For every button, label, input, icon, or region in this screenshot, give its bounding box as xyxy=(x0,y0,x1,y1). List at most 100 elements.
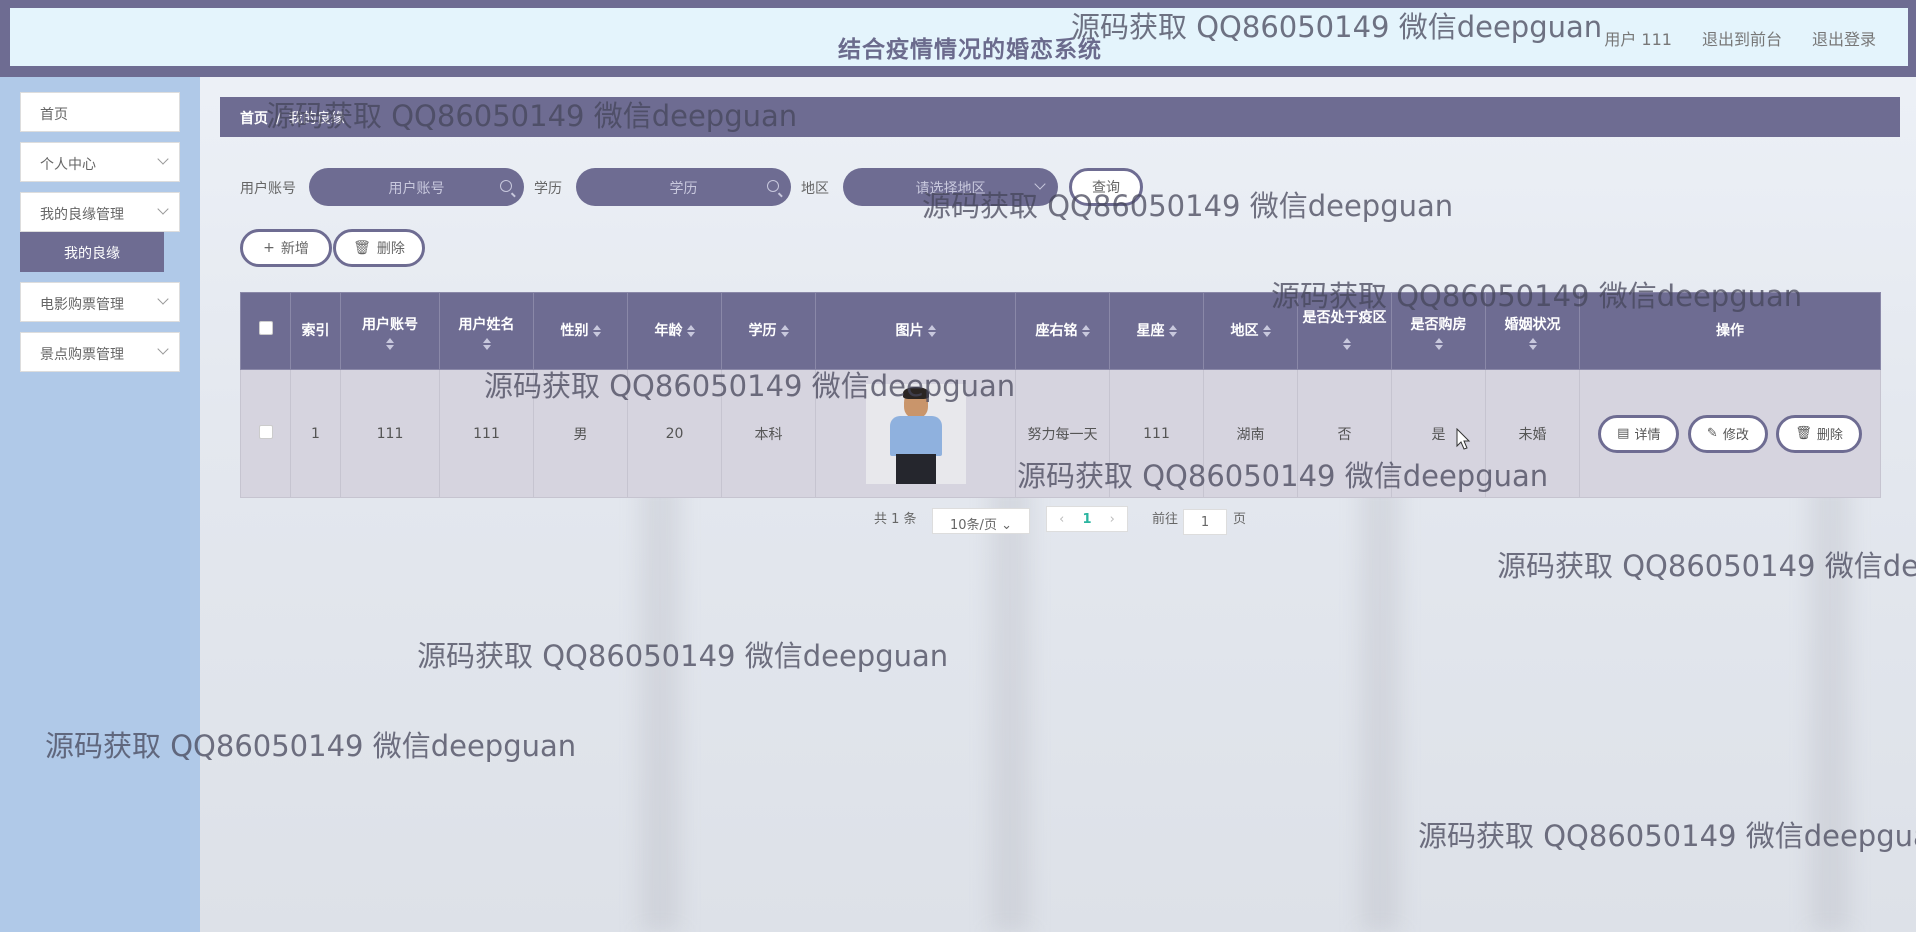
search-icon xyxy=(767,180,779,192)
sort-icon[interactable] xyxy=(482,338,491,350)
watermark: 源码获取 QQ86050149 微信deepguan xyxy=(45,729,577,763)
account-filter-label: 用户账号 xyxy=(240,181,296,197)
document-icon: ▤ xyxy=(1617,426,1630,441)
sort-icon[interactable] xyxy=(1081,325,1090,337)
header-links: 用户 111 退出到前台 退出登录 xyxy=(1604,26,1876,50)
sidebar-item-label: 我的良缘管理 xyxy=(40,207,124,223)
sidebar-item-home[interactable]: 首页 xyxy=(20,92,180,132)
mouse-cursor-icon xyxy=(1456,428,1471,450)
logout-link[interactable]: 退出登录 xyxy=(1812,26,1876,50)
edit-button[interactable]: ✎ 修改 xyxy=(1687,414,1768,453)
row-actions-cell: ▤ 详情 ✎ 修改 🗑 删除 xyxy=(1579,369,1881,498)
exit-to-frontend-link[interactable]: 退出到前台 xyxy=(1702,26,1782,50)
watermark: 源码获取 QQ86050149 微信deepguan xyxy=(484,369,1016,403)
chevron-down-icon xyxy=(157,343,169,355)
column-header[interactable]: 用户姓名 xyxy=(439,292,534,370)
sort-icon[interactable] xyxy=(1528,338,1537,350)
current-user: 用户 111 xyxy=(1604,30,1672,49)
search-icon xyxy=(500,180,512,192)
sort-icon[interactable] xyxy=(592,325,601,337)
sidebar-item-movie-tickets[interactable]: 电影购票管理 xyxy=(20,282,180,322)
page-suffix: 页 xyxy=(1233,512,1247,527)
breadcrumb-home[interactable]: 首页 xyxy=(240,111,268,127)
delete-button-label: 删除 xyxy=(376,241,405,257)
goto-label: 前往 xyxy=(1152,512,1179,527)
sidebar-item-label: 景点购票管理 xyxy=(40,347,124,363)
prev-page-icon[interactable]: ‹ xyxy=(1059,512,1064,527)
sort-icon[interactable] xyxy=(927,325,936,337)
column-header[interactable]: 座右铭 xyxy=(1015,292,1110,370)
watermark: 源码获取 QQ86050149 微信deepguan xyxy=(1017,459,1549,493)
edit-button-label: 修改 xyxy=(1722,428,1749,443)
page-size-select[interactable]: 10条/页 ⌄ xyxy=(932,508,1030,534)
sort-icon[interactable] xyxy=(1262,325,1271,337)
delete-button-label: 删除 xyxy=(1816,428,1843,443)
row-checkbox-cell xyxy=(240,369,291,498)
sidebar-item-scenic-tickets[interactable]: 景点购票管理 xyxy=(20,332,180,372)
detail-button[interactable]: ▤ 详情 xyxy=(1598,414,1680,453)
account-search-input[interactable]: 用户账号 xyxy=(309,168,524,206)
sort-icon[interactable] xyxy=(1342,338,1351,350)
background-decor xyxy=(640,480,680,932)
photo-pants xyxy=(895,453,936,484)
column-header-label: 用户账号 xyxy=(362,317,418,333)
current-page[interactable]: 1 xyxy=(1082,512,1091,527)
add-button[interactable]: + 新增 xyxy=(240,229,332,267)
column-header[interactable]: 性别 xyxy=(533,292,628,370)
column-header-label: 座右铭 xyxy=(1035,323,1078,339)
column-header[interactable]: 年龄 xyxy=(627,292,722,370)
next-page-icon[interactable]: › xyxy=(1110,512,1115,527)
column-header[interactable]: 学历 xyxy=(721,292,816,370)
column-header[interactable]: 图片 xyxy=(815,292,1016,370)
watermark: 源码获取 QQ86050149 微信deepguan xyxy=(1071,10,1603,44)
column-header-label: 星座 xyxy=(1136,323,1165,339)
column-header[interactable]: 用户账号 xyxy=(340,292,440,370)
watermark: 源码获取 QQ86050149 微信deepguan xyxy=(1271,279,1803,313)
pencil-icon: ✎ xyxy=(1706,426,1718,441)
plus-icon: + xyxy=(263,240,275,256)
delete-button[interactable]: 🗑 删除 xyxy=(1776,414,1862,453)
watermark: 源码获取 QQ86050149 微信deepguan xyxy=(922,189,1454,223)
top-header: 结合疫情情况的婚恋系统 用户 111 退出到前台 退出登录 xyxy=(0,0,1916,77)
sort-icon[interactable] xyxy=(780,325,789,337)
watermark: 源码获取 QQ86050149 微信deepguan xyxy=(1497,549,1916,583)
detail-button-label: 详情 xyxy=(1634,428,1661,443)
sort-icon[interactable] xyxy=(686,325,695,337)
column-header[interactable]: 星座 xyxy=(1109,292,1204,370)
sidebar-item-personal-center[interactable]: 个人中心 xyxy=(20,142,180,182)
column-header-label: 学历 xyxy=(748,323,777,339)
sidebar-item-label: 首页 xyxy=(40,107,68,123)
sidebar-item-match-management[interactable]: 我的良缘管理 xyxy=(20,192,180,232)
column-header-label: 操作 xyxy=(1716,323,1744,339)
sort-icon[interactable] xyxy=(1434,338,1443,350)
goto-page-input[interactable]: 1 xyxy=(1183,509,1227,535)
sort-icon[interactable] xyxy=(386,338,394,350)
column-header-label: 是否购房 xyxy=(1410,317,1467,333)
column-header-label: 年龄 xyxy=(654,323,683,339)
sort-icon[interactable] xyxy=(1168,325,1177,337)
photo-shirt xyxy=(889,415,942,456)
education-filter-label: 学历 xyxy=(534,181,562,197)
trash-icon: 🗑 xyxy=(1795,426,1812,441)
select-all-checkbox[interactable] xyxy=(258,321,273,335)
page-navigator: ‹ 1 › xyxy=(1046,506,1128,532)
column-header-label: 婚姻状况 xyxy=(1504,317,1561,333)
batch-delete-button[interactable]: 🗑 删除 xyxy=(333,229,425,267)
column-header-label: 用户姓名 xyxy=(458,317,515,333)
background-decor xyxy=(1360,480,1400,932)
page-size-value: 10条/页 xyxy=(950,518,997,533)
education-search-input[interactable]: 学历 xyxy=(576,168,791,206)
column-header-label: 地区 xyxy=(1230,323,1259,339)
select-all-checkbox-cell xyxy=(240,292,291,370)
sidebar-item-label: 电影购票管理 xyxy=(40,297,124,313)
add-button-label: 新增 xyxy=(280,241,309,257)
column-header-label: 索引 xyxy=(301,323,330,339)
watermark: 源码获取 QQ86050149 微信deepguan xyxy=(1418,819,1916,853)
education-placeholder: 学历 xyxy=(669,181,698,197)
chevron-down-icon xyxy=(157,153,169,165)
column-header: 索引 xyxy=(290,292,341,370)
row-checkbox[interactable] xyxy=(258,424,273,439)
total-count: 共 1 条 xyxy=(874,512,917,527)
sidebar-subitem-my-match[interactable]: 我的良缘 xyxy=(20,232,164,272)
chevron-down-icon xyxy=(157,293,169,305)
